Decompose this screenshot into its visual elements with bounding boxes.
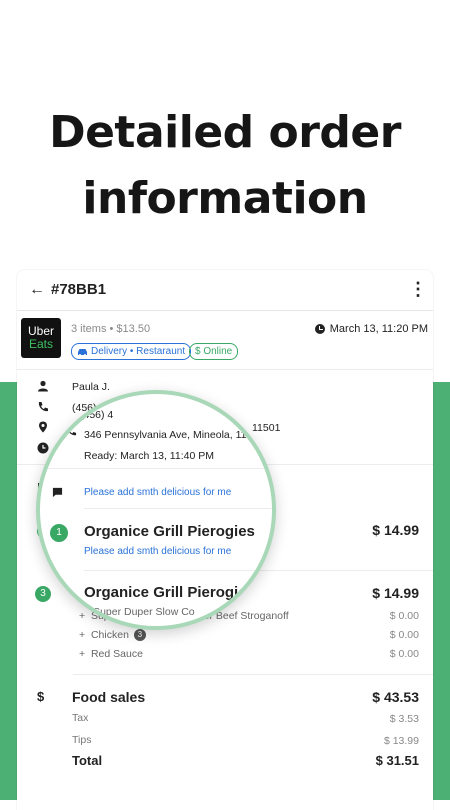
magnifier-lens: (456) 4 346 Pennsylvania Ave, Mineola, 1…: [36, 390, 276, 630]
item-note: Please add smth delicious for me: [84, 546, 232, 557]
quantity-badge: 3: [133, 629, 146, 642]
modifier-row: + Red Sauce: [79, 648, 143, 660]
phone-icon: [67, 426, 77, 436]
food-sales-value: $ 43.53: [372, 689, 419, 705]
person-icon: [38, 380, 48, 392]
app-bar: ← #78BB1 ⋮: [17, 270, 433, 311]
modifier-label: Red Sauce: [90, 648, 143, 660]
ready-time: Ready: March 13, 11:40 PM: [84, 450, 214, 462]
clock-icon: [314, 324, 325, 334]
online-badge: $ Online: [189, 343, 239, 360]
order-time: March 13, 11:20 PM: [314, 323, 428, 335]
headline: Detailed order information: [0, 100, 450, 232]
order-id-title: #78BB1: [51, 281, 107, 298]
online-badge-label: $ Online: [195, 346, 233, 357]
order-time-text: March 13, 11:20 PM: [329, 323, 428, 335]
tips-value: $ 13.99: [383, 735, 419, 747]
modifier-row: + Chicken 3: [79, 629, 146, 642]
divider: [40, 468, 272, 469]
headline-line-2: information: [82, 173, 368, 224]
customer-address: 346 Pennsylvania Ave, Mineola, 11501: [84, 429, 264, 441]
item-price: $ 14.99: [372, 585, 419, 601]
car-icon: [78, 348, 87, 356]
customer-name: Paula J.: [72, 381, 110, 393]
order-summary: 3 items • $13.50: [71, 323, 151, 335]
total-label: Total: [72, 753, 103, 768]
divider: [84, 508, 272, 509]
note-icon: [52, 487, 63, 498]
tips-label: Tips: [72, 734, 92, 746]
divider: [84, 570, 272, 571]
modifier-price: $ 0.00: [389, 629, 419, 641]
divider: [73, 674, 433, 675]
food-sales-label: Food sales: [72, 689, 146, 705]
modifier-price: $ 0.00: [389, 648, 419, 660]
modifier-label: Chicken: [90, 629, 129, 641]
delivery-badge: Delivery • Restaraunt: [71, 343, 192, 360]
tax-value: $ 3.53: [389, 713, 419, 725]
item-name-magnified: Organice Grill Pierogies: [84, 584, 255, 601]
modifier-price: $ 0.00: [389, 610, 419, 622]
item-price: $ 14.99: [372, 522, 419, 538]
delivery-badge-label: Delivery • Restaraunt: [91, 346, 186, 357]
customer-phone-magnified: (456) 4: [80, 409, 114, 421]
divider: [17, 369, 433, 370]
uber-eats-logo: Uber Eats: [21, 318, 61, 358]
back-arrow-icon[interactable]: ←: [25, 278, 49, 302]
more-menu-icon[interactable]: ⋮: [409, 278, 427, 302]
order-note: Please add smth delicious for me: [84, 487, 232, 498]
tax-label: Tax: [72, 712, 89, 724]
item-number-badge: 1: [50, 524, 68, 542]
item-name: Organice Grill Pierogies: [84, 523, 255, 540]
headline-line-1: Detailed order: [49, 107, 401, 158]
dollar-icon: $: [37, 689, 45, 704]
total-value: $ 31.51: [375, 753, 419, 768]
modifier-partial: + Super Duper Slow Co: [84, 606, 195, 618]
